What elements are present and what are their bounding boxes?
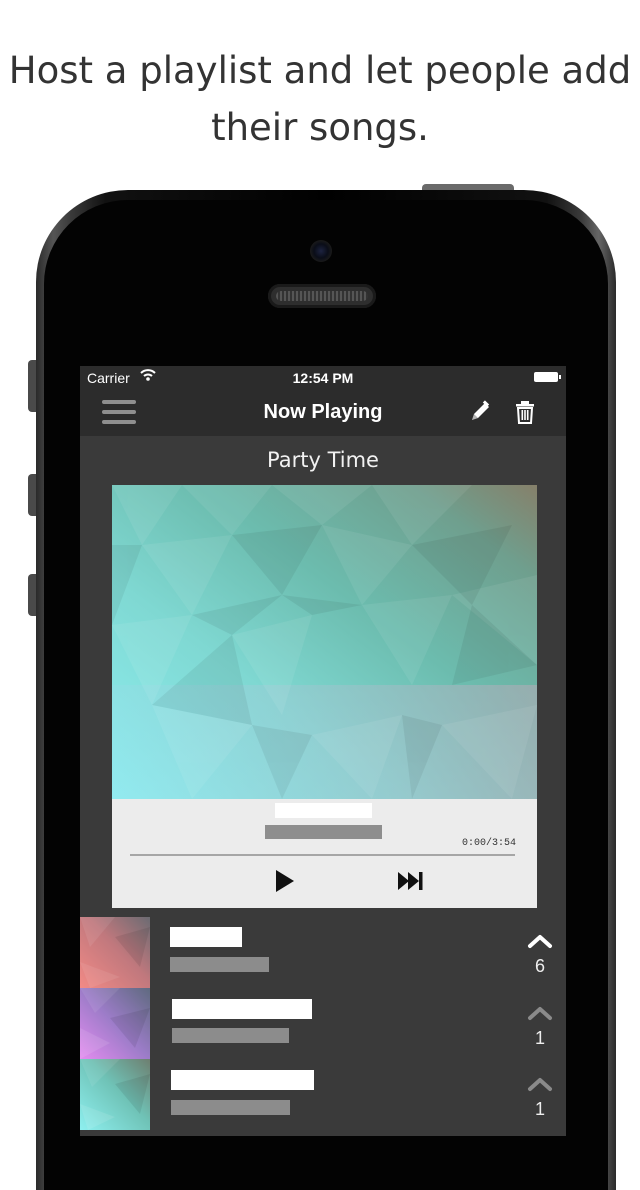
app-screen: Carrier 12:54 PM Now Playing Party Time … (80, 366, 566, 1136)
nav-title: Now Playing (263, 401, 383, 423)
vote-count: 6 (534, 956, 545, 976)
song-title (172, 999, 312, 1019)
playlist-name: Party Time (267, 448, 379, 472)
status-time: 12:54 PM (292, 370, 354, 386)
progress-bar[interactable] (130, 854, 515, 856)
time-display: 0:00/3:54 (461, 838, 516, 849)
upvote-icon[interactable] (526, 1003, 554, 1023)
album-art (112, 485, 537, 799)
upvote-icon[interactable] (526, 1074, 554, 1094)
promo-headline: Host a playlist and let people add their… (0, 42, 640, 156)
song-artist (170, 957, 269, 972)
queue-row[interactable]: 6 (80, 917, 566, 988)
now-playing-artist (265, 825, 382, 839)
queue-row[interactable]: 1 (80, 988, 566, 1059)
now-playing-card: 0:00/3:54 (112, 485, 537, 908)
song-thumbnail (80, 988, 150, 1059)
vote-count: 1 (534, 1099, 545, 1119)
upvote-icon[interactable] (526, 931, 554, 951)
pencil-icon[interactable] (466, 398, 492, 426)
song-artist (172, 1028, 289, 1043)
battery-icon (534, 372, 561, 382)
nav-bar: Now Playing (80, 390, 566, 436)
skip-forward-icon[interactable] (396, 866, 426, 896)
front-camera (310, 240, 332, 262)
song-title (170, 927, 242, 947)
headline-line-1: Host a playlist and let people add (8, 49, 632, 92)
song-title (171, 1070, 314, 1090)
now-playing-song-title (275, 803, 372, 818)
trash-icon[interactable] (512, 398, 538, 426)
queue-row[interactable]: 1 (80, 1059, 566, 1130)
song-thumbnail (80, 917, 150, 988)
song-thumbnail (80, 1059, 150, 1130)
song-artist (171, 1100, 290, 1115)
earpiece-speaker (268, 284, 376, 308)
headline-line-2: their songs. (211, 106, 429, 149)
vote-count: 1 (534, 1028, 545, 1048)
play-icon[interactable] (270, 866, 300, 896)
status-bar: Carrier 12:54 PM (80, 366, 566, 390)
